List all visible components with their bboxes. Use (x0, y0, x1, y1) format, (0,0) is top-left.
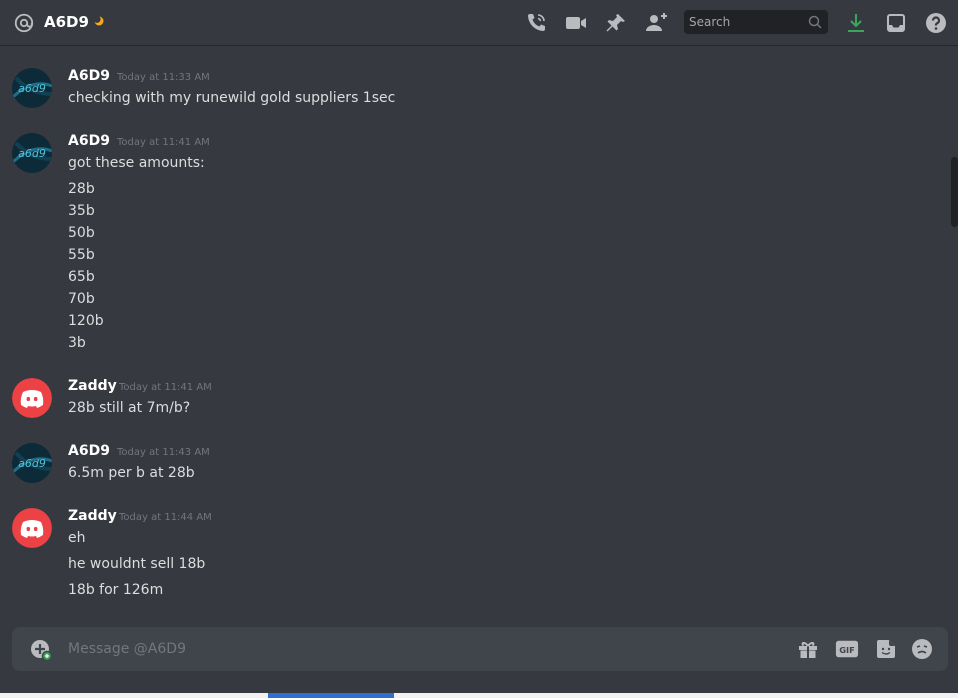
message-text: 65b (68, 269, 95, 285)
at-icon (14, 13, 34, 33)
gif-icon[interactable]: GIF (835, 637, 859, 661)
message-text: 28b still at 7m/b? (68, 400, 191, 416)
message-text: 18b for 126m (68, 582, 164, 598)
message-author[interactable]: A6D9 (68, 133, 110, 149)
avatar[interactable]: a6d9 (12, 443, 52, 483)
taskbar-strip (0, 693, 958, 698)
message-text: 35b (68, 203, 95, 219)
channel-header: A6D9 (0, 0, 958, 46)
avatar[interactable] (12, 378, 52, 418)
scrollbar[interactable] (951, 157, 958, 227)
message-text: 70b (68, 291, 95, 307)
emoji-icon[interactable] (910, 637, 934, 661)
message-author[interactable]: Zaddy (68, 508, 117, 524)
message-timestamp: Today at 11:33 AM (117, 72, 210, 83)
search-box[interactable] (684, 10, 828, 34)
video-call-icon[interactable] (564, 11, 588, 35)
message-text: 50b (68, 225, 95, 241)
message-text: checking with my runewild gold suppliers… (68, 90, 396, 106)
message-timestamp: Today at 11:41 AM (119, 382, 212, 393)
message-timestamp: Today at 11:44 AM (119, 512, 212, 523)
avatar[interactable] (12, 508, 52, 548)
message-author[interactable]: Zaddy (68, 378, 117, 394)
taskbar-button (268, 693, 394, 698)
message-input[interactable] (68, 639, 768, 659)
message-author[interactable]: A6D9 (68, 443, 110, 459)
add-friend-icon[interactable] (644, 11, 668, 35)
gift-icon[interactable] (796, 637, 820, 661)
moon-icon (93, 15, 104, 26)
svg-text:GIF: GIF (839, 645, 855, 655)
add-attachment-icon[interactable] (30, 639, 52, 661)
message-text: 28b (68, 181, 95, 197)
message-text: got these amounts: (68, 155, 205, 171)
message-text: 6.5m per b at 28b (68, 465, 195, 481)
avatar[interactable]: a6d9 (12, 68, 52, 108)
help-icon[interactable] (924, 11, 948, 35)
download-icon[interactable] (844, 11, 868, 35)
message-text: 120b (68, 313, 104, 329)
search-icon (808, 15, 822, 29)
voice-call-icon[interactable] (524, 11, 548, 35)
svg-text:a6d9: a6d9 (18, 457, 46, 470)
message-author[interactable]: A6D9 (68, 68, 110, 84)
message-text: he wouldnt sell 18b (68, 556, 206, 572)
message-text: eh (68, 530, 86, 546)
message-timestamp: Today at 11:43 AM (117, 447, 210, 458)
svg-text:a6d9: a6d9 (18, 147, 46, 160)
message-text: 3b (68, 335, 86, 351)
message-text: 55b (68, 247, 95, 263)
dm-window: A6D9 Search a6d9 A6D9 Today at 11:33 AM … (0, 0, 958, 698)
channel-title: A6D9 (44, 13, 89, 31)
avatar[interactable]: a6d9 (12, 133, 52, 173)
sticker-icon[interactable] (874, 637, 898, 661)
pin-icon[interactable] (604, 11, 628, 35)
inbox-icon[interactable] (884, 11, 908, 35)
svg-text:a6d9: a6d9 (18, 82, 46, 95)
message-timestamp: Today at 11:41 AM (117, 137, 210, 148)
search-input[interactable] (689, 14, 801, 30)
message-composer: GIF (12, 627, 948, 671)
